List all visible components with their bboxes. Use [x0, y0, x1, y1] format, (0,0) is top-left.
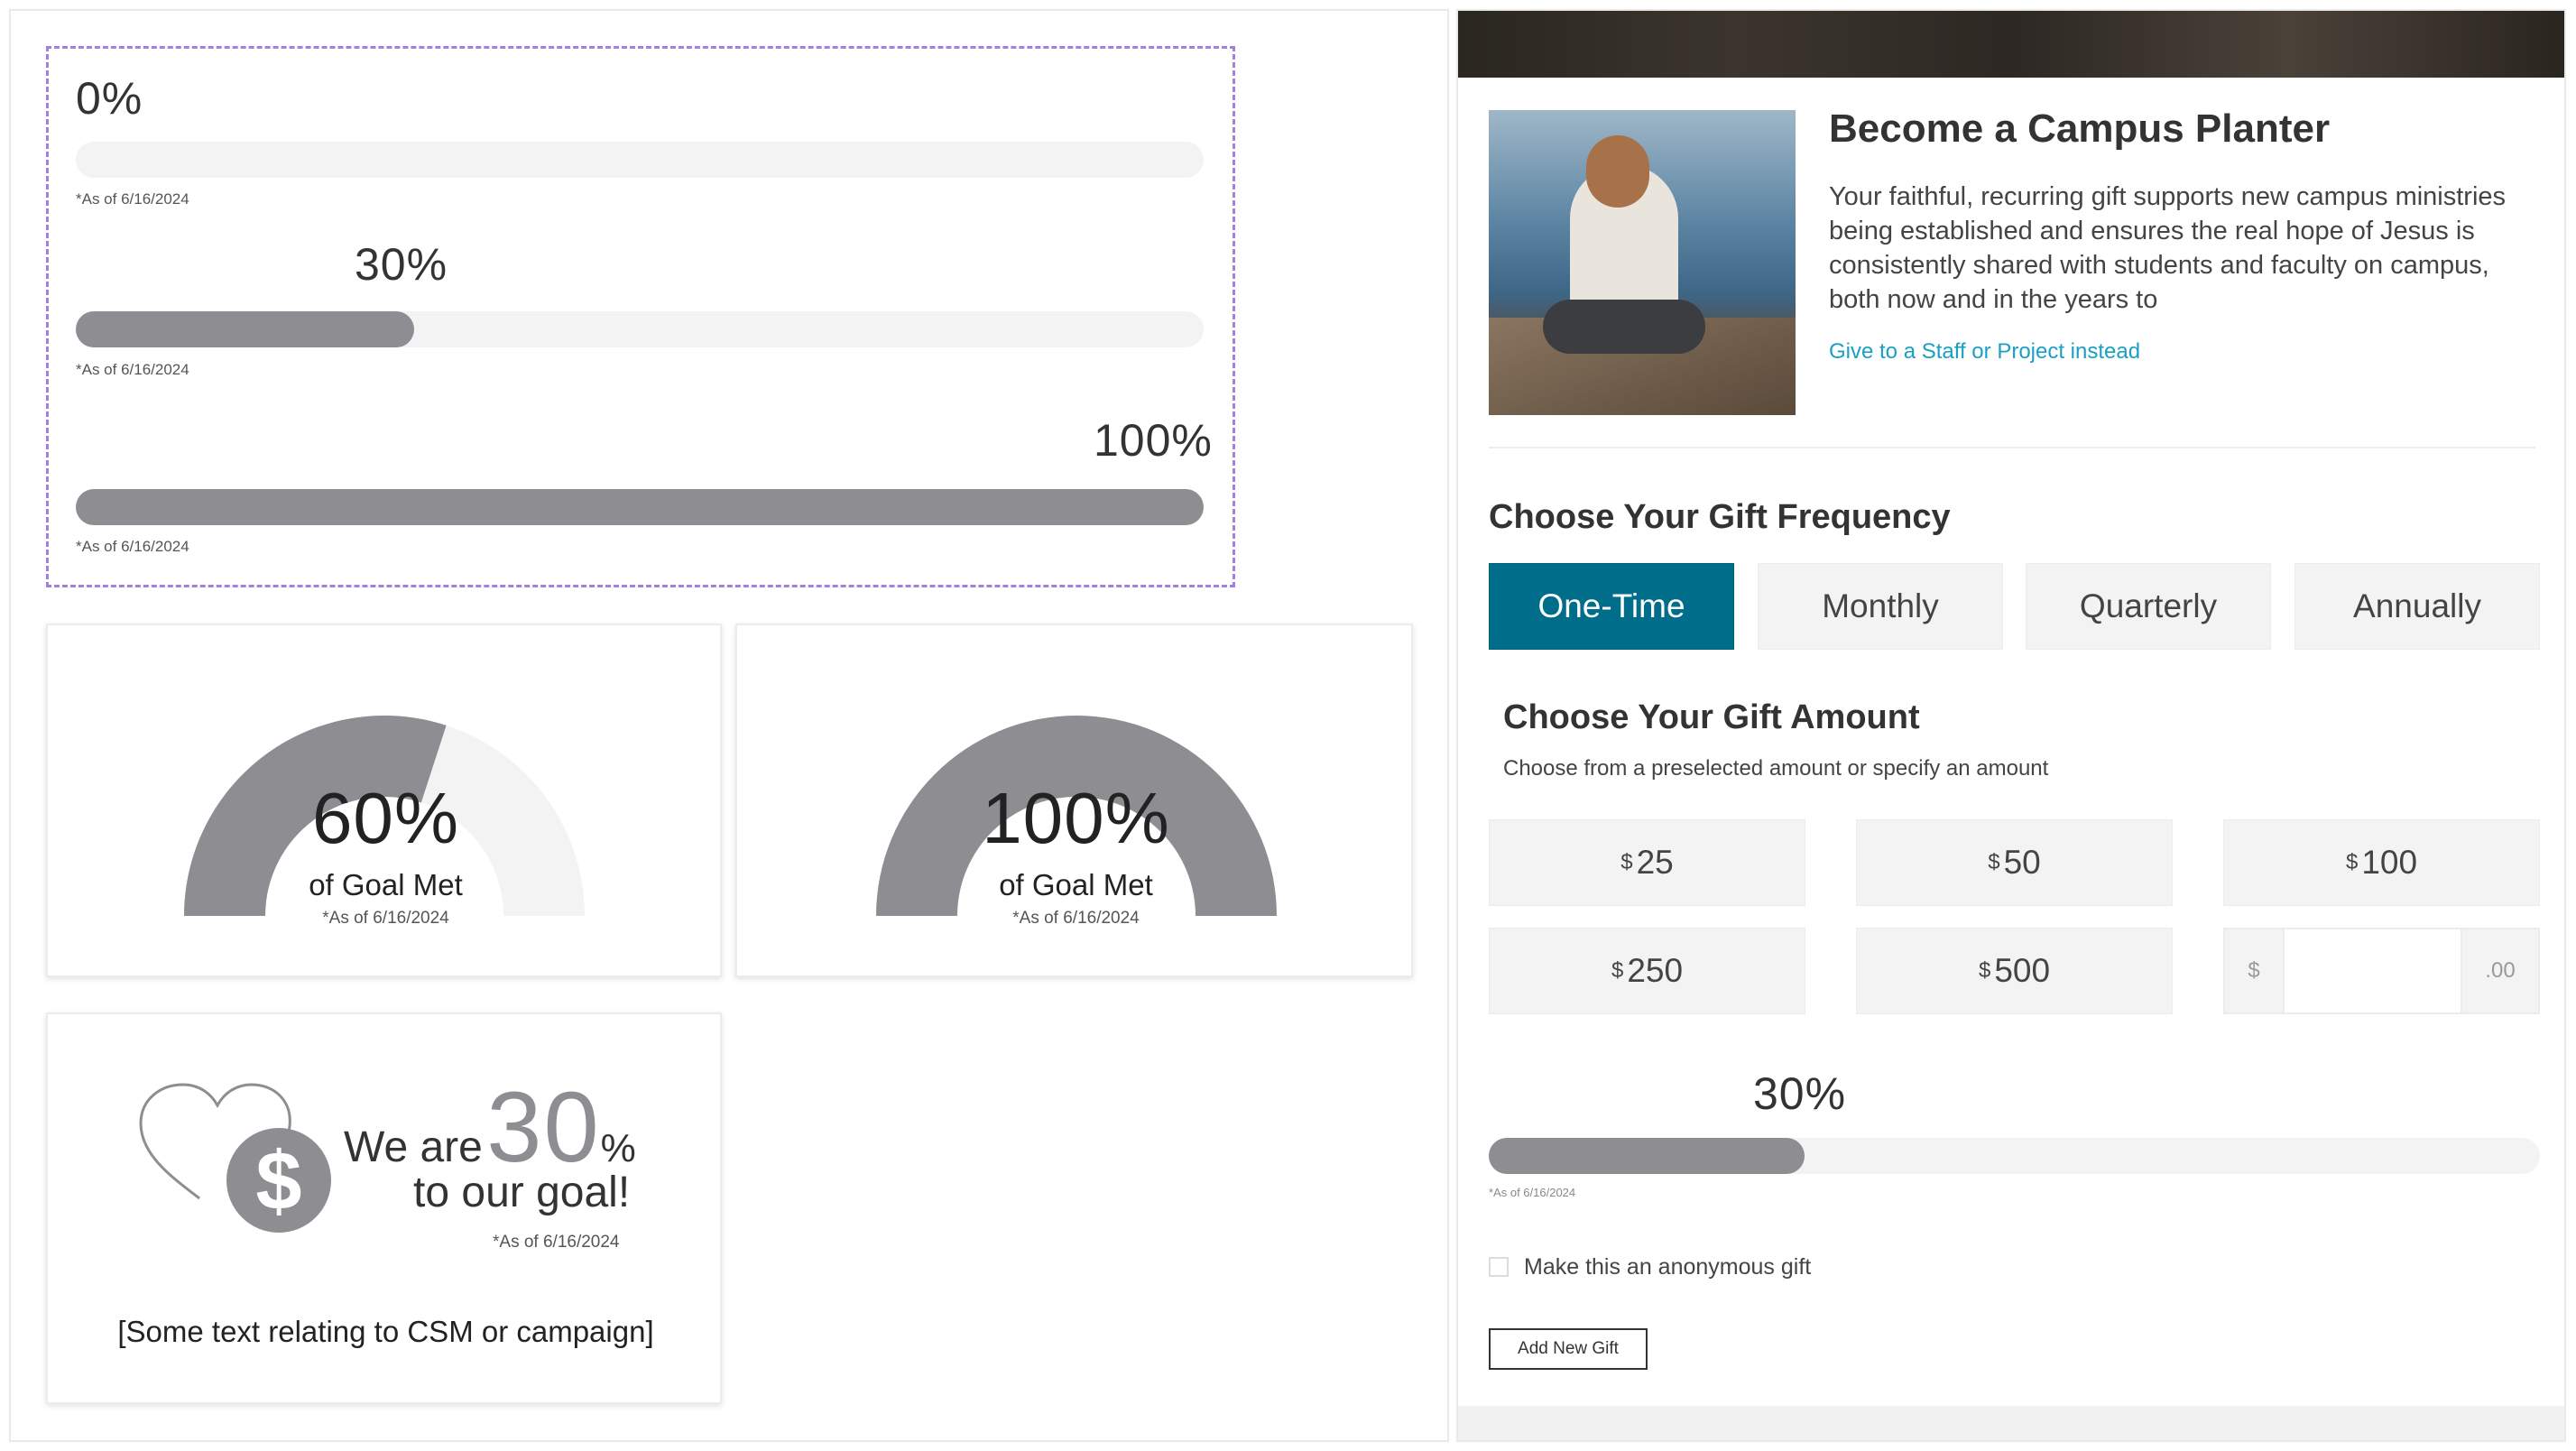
frequency-one-time-button[interactable]: One-Time — [1489, 563, 1734, 650]
header-banner-image — [1458, 11, 2564, 78]
progress-track-2 — [76, 489, 1204, 525]
goal-caption: [Some text relating to CSM or campaign] — [117, 1315, 654, 1348]
form-progress-fill — [1489, 1138, 1805, 1174]
gauge-asof: *As of 6/16/2024 — [322, 909, 449, 928]
heart-dollar-icon: $ — [139, 1083, 331, 1233]
divider — [1489, 447, 2535, 448]
custom-amount-suffix: .00 — [2462, 929, 2538, 1012]
amount-value: 100 — [2361, 844, 2418, 881]
custom-amount-field: $ .00 — [2223, 928, 2540, 1014]
gauge-value: 100% — [982, 778, 1170, 858]
progress-track-0 — [76, 142, 1204, 178]
custom-amount-input[interactable] — [2283, 929, 2462, 1012]
amount-500-button[interactable]: $500 — [1856, 928, 2173, 1014]
goal-number: 30 — [486, 1072, 601, 1183]
progress-label-0: 0% — [76, 73, 143, 124]
asof-note-2: *As of 6/16/2024 — [76, 538, 189, 555]
amount-value: 250 — [1627, 952, 1684, 989]
person-head — [1586, 135, 1649, 208]
anonymous-label[interactable]: Make this an anonymous gift — [1524, 1254, 1811, 1280]
currency-symbol: $ — [1611, 958, 1624, 983]
asof-note-0: *As of 6/16/2024 — [76, 190, 189, 208]
gauge-card-100: 100% of Goal Met *As of 6/16/2024 — [735, 624, 1413, 977]
gauge-caption: of Goal Met — [999, 868, 1153, 901]
progress-track-1 — [76, 311, 1204, 347]
amount-subheading: Choose from a preselected amount or spec… — [1503, 756, 2049, 781]
goal-card: $ We are 30% to our goal! *As of 6/16/20… — [46, 1012, 722, 1404]
frequency-quarterly-button[interactable]: Quarterly — [2026, 563, 2271, 650]
progress-label-2: 100% — [1094, 415, 1213, 466]
frequency-monthly-button[interactable]: Monthly — [1758, 563, 2003, 650]
donation-description: Your faithful, recurring gift supports n… — [1829, 182, 2507, 314]
dollar-sign: $ — [255, 1135, 301, 1227]
currency-symbol: $ — [1978, 958, 1991, 983]
amount-value: 25 — [1636, 844, 1674, 881]
amount-value: 500 — [1994, 952, 2051, 989]
progress-fill-2 — [76, 489, 1204, 525]
donation-title: Become a Campus Planter — [1829, 106, 2331, 151]
frequency-annually-button[interactable]: Annually — [2294, 563, 2540, 650]
goal-pct: % — [600, 1126, 636, 1170]
amount-25-button[interactable]: $25 — [1489, 819, 1805, 906]
amount-heading: Choose Your Gift Amount — [1503, 698, 1920, 736]
gauge-value: 60% — [311, 778, 460, 858]
progress-fill-1 — [76, 311, 414, 347]
gauge-card-60: 60% of Goal Met *As of 6/16/2024 — [46, 624, 722, 977]
frequency-heading: Choose Your Gift Frequency — [1489, 498, 1951, 536]
custom-amount-prefix: $ — [2225, 929, 2283, 1012]
goal-to-goal: to our goal! — [413, 1169, 631, 1216]
progress-label-1: 30% — [355, 239, 448, 290]
amount-50-button[interactable]: $50 — [1856, 819, 2173, 906]
give-to-staff-link[interactable]: Give to a Staff or Project instead — [1829, 339, 2140, 365]
add-new-gift-button[interactable]: Add New Gift — [1489, 1328, 1648, 1370]
form-footer-strip — [1458, 1406, 2564, 1440]
anonymous-checkbox[interactable] — [1489, 1257, 1509, 1277]
currency-symbol: $ — [1988, 850, 2000, 874]
form-progress-track — [1489, 1138, 2540, 1174]
amount-250-button[interactable]: $250 — [1489, 928, 1805, 1014]
goal-asof: *As of 6/16/2024 — [493, 1233, 620, 1252]
form-progress-asof: *As of 6/16/2024 — [1489, 1186, 1576, 1199]
person-legs — [1543, 300, 1705, 354]
asof-note-1: *As of 6/16/2024 — [76, 361, 189, 378]
currency-symbol: $ — [2345, 850, 2359, 874]
form-progress-label: 30% — [1753, 1068, 1847, 1119]
gauge-caption: of Goal Met — [309, 868, 463, 901]
campus-planter-photo — [1489, 110, 1796, 415]
amount-value: 50 — [2003, 844, 2041, 881]
amount-100-button[interactable]: $100 — [2223, 819, 2540, 906]
gauge-asof: *As of 6/16/2024 — [1012, 909, 1140, 928]
currency-symbol: $ — [1620, 850, 1633, 874]
goal-we-are: We are — [344, 1123, 483, 1171]
